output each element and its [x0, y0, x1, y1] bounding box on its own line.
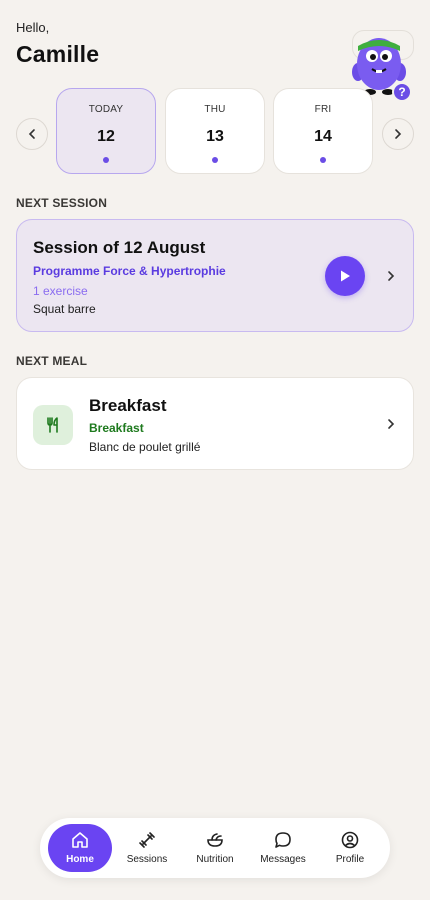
day-dot-indicator — [103, 157, 109, 163]
tab-profile[interactable]: Profile — [318, 824, 382, 872]
user-name: Camille — [16, 41, 100, 67]
play-icon — [341, 270, 350, 282]
greeting-text: Hello, — [16, 20, 50, 35]
dumbbell-icon — [139, 832, 155, 848]
tab-label: Home — [66, 854, 94, 865]
salad-bowl-icon — [207, 833, 223, 847]
meal-type: Breakfast — [89, 421, 144, 435]
day-name: THU — [204, 104, 226, 115]
tab-home[interactable]: Home — [48, 824, 112, 872]
user-circle-icon — [341, 831, 359, 849]
next-day-button[interactable] — [382, 118, 414, 150]
next-meal-label: NEXT MEAL — [16, 354, 88, 368]
tab-label: Messages — [260, 854, 306, 865]
session-program: Programme Force & Hypertrophie — [33, 264, 226, 278]
tab-messages[interactable]: Messages — [251, 824, 315, 872]
previous-day-button[interactable] — [16, 118, 48, 150]
chevron-right-icon — [388, 271, 395, 281]
day-number: 12 — [97, 128, 115, 145]
tab-label: Nutrition — [196, 854, 234, 865]
session-exercise-name: Squat barre — [33, 302, 96, 316]
day-card-thu[interactable]: THU 13 — [165, 88, 265, 174]
tab-label: Sessions — [126, 854, 168, 865]
chat-bubble-icon — [275, 832, 291, 848]
next-session-label: NEXT SESSION — [16, 196, 108, 210]
chevron-right-icon — [395, 129, 402, 139]
day-number: 13 — [206, 128, 224, 145]
start-session-button[interactable] — [325, 256, 365, 296]
bottom-tab-bar: Home Sessions Nutrition Messages Profile — [40, 818, 390, 878]
tab-nutrition[interactable]: Nutrition — [183, 824, 247, 872]
tab-label: Profile — [335, 854, 365, 865]
day-dot-indicator — [320, 157, 326, 163]
day-name: TODAY — [88, 104, 124, 115]
day-name: FRI — [314, 104, 332, 115]
tab-sessions[interactable]: Sessions — [115, 824, 179, 872]
chevron-left-icon — [28, 129, 35, 139]
chevron-right-icon — [388, 419, 395, 429]
next-meal-card[interactable]: Breakfast Breakfast Blanc de poulet gril… — [16, 377, 414, 470]
meal-description: Blanc de poulet grillé — [89, 440, 201, 454]
session-title: Session of 12 August — [33, 238, 206, 257]
day-selector: TODAY 12 THU 13 FRI 14 — [16, 88, 414, 176]
greeting-header: Hello, Camille — [16, 20, 99, 68]
meal-icon-box — [33, 405, 73, 445]
fork-knife-icon — [47, 417, 58, 433]
session-exercise-count: 1 exercise — [33, 284, 88, 298]
day-number: 14 — [314, 128, 332, 145]
home-icon — [72, 832, 88, 848]
day-card-today[interactable]: TODAY 12 — [56, 88, 156, 174]
next-session-card[interactable]: Session of 12 August Programme Force & H… — [16, 219, 414, 332]
day-dot-indicator — [212, 157, 218, 163]
day-card-fri[interactable]: FRI 14 — [273, 88, 373, 174]
meal-title: Breakfast — [89, 396, 167, 415]
